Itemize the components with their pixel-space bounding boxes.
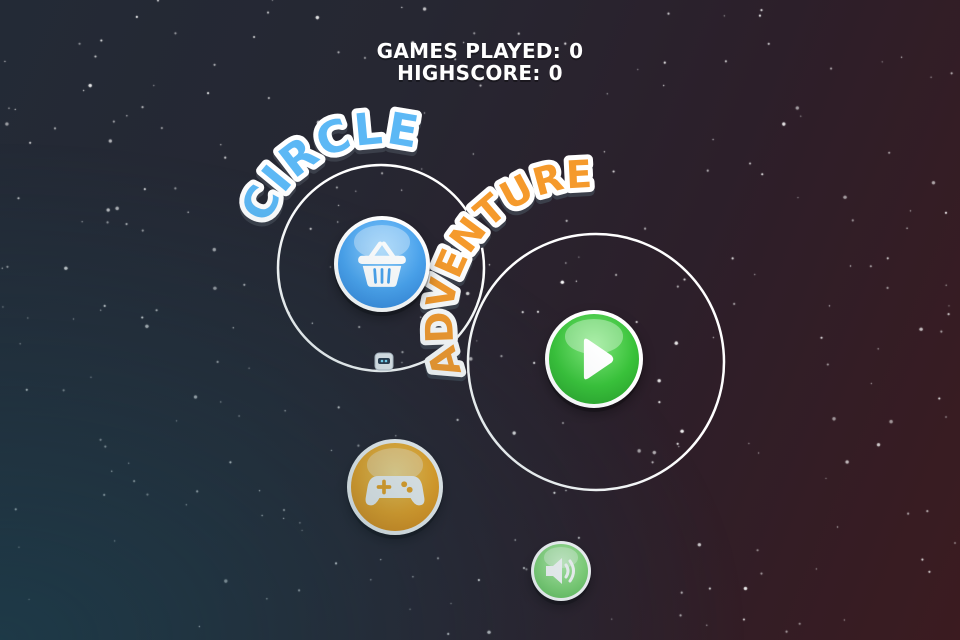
more-games-button[interactable]: [347, 439, 443, 535]
speaker-icon: [546, 558, 575, 584]
title-orbits: CIRCLE CIRCLE CIRCLE ADVENTURE ADVENTURE…: [226, 98, 726, 492]
games-played-label: GAMES PLAYED:: [376, 39, 562, 63]
play-icon: [583, 338, 614, 380]
sound-toggle-button[interactable]: [531, 541, 591, 601]
robot-icon: [374, 352, 394, 371]
gamepad-icon: [365, 476, 425, 506]
highscore-label: HIGHSCORE:: [397, 61, 541, 85]
games-played-stat: GAMES PLAYED: 0: [0, 40, 960, 62]
game-screen: CIRCLE CIRCLE CIRCLE ADVENTURE ADVENTURE…: [0, 0, 960, 640]
highscore-value: 0: [548, 61, 563, 85]
play-button[interactable]: [545, 310, 643, 408]
highscore-stat: HIGHSCORE: 0: [0, 62, 960, 84]
shop-button[interactable]: [334, 216, 430, 312]
basket-icon: [358, 241, 406, 287]
games-played-value: 0: [569, 39, 584, 63]
